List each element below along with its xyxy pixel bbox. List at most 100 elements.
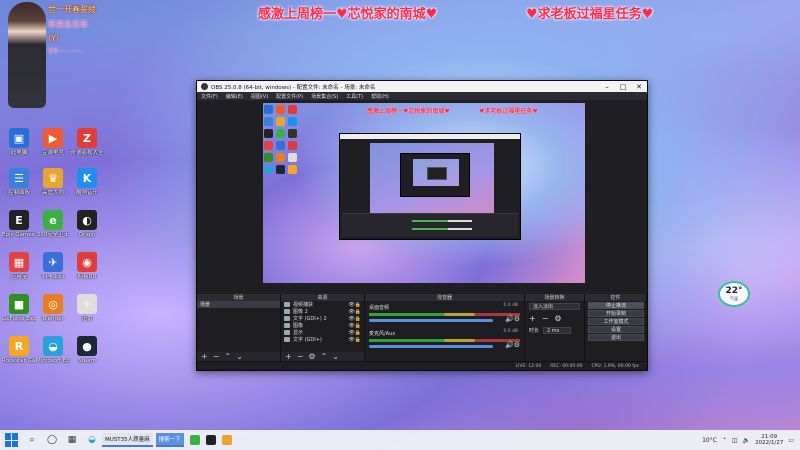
network-icon[interactable]: ◫	[732, 437, 738, 444]
desktop-icon[interactable]: ◎ Blender	[36, 294, 70, 322]
visibility-lock-icon[interactable]: 👁🔒	[348, 323, 364, 329]
source-down-icon[interactable]: ⌄	[332, 352, 339, 361]
desktop-icon-glyph: ☰	[9, 168, 29, 188]
visibility-lock-icon[interactable]: 👁🔒	[348, 330, 364, 336]
source-item[interactable]: 图像 👁🔒	[281, 322, 364, 329]
desktop-icon-label: 网易UU	[77, 274, 97, 280]
remove-transition-icon[interactable]: −	[542, 314, 549, 323]
exit-button[interactable]: 退出	[588, 334, 644, 341]
taskbar-app-search[interactable]: 搜索一下	[155, 433, 184, 447]
weather-taskbar[interactable]: 10°C	[702, 437, 717, 444]
mixer-channel-db: 0.0 dB	[503, 329, 518, 334]
edge-taskbar-icon[interactable]: ◒	[85, 433, 99, 447]
menu-file[interactable]: 文件(F)	[201, 93, 218, 100]
source-up-icon[interactable]: ⌃	[321, 352, 328, 361]
source-name: 视频捕获	[293, 302, 314, 308]
speaker-icon[interactable]: 🔊⚙	[505, 341, 520, 349]
menu-profile[interactable]: 配置文件(P)	[276, 93, 303, 100]
move-down-icon[interactable]: ⌄	[236, 352, 243, 361]
desktop-icon[interactable]: ◉ 网易UU	[70, 252, 104, 280]
notification-icon[interactable]: ▭	[788, 437, 794, 444]
volume-slider[interactable]	[369, 319, 493, 322]
obs-titlebar[interactable]: OBS 25.0.8 (64-bit, windows) - 配置文件: 未命名…	[197, 81, 647, 92]
obs-statusbar: LIVE: 12:00 REC: 00:00:00 CPU: 1.9%, 60.…	[197, 361, 647, 370]
menu-help[interactable]: 帮助(H)	[371, 93, 389, 100]
preview-nested-obs	[339, 133, 521, 240]
dock-headers: 场景 来源 混音器 场景转换 控件	[197, 294, 647, 301]
remove-scene-icon[interactable]: −	[213, 352, 220, 361]
menu-scene-collection[interactable]: 场景集合(S)	[311, 93, 338, 100]
volume-slider[interactable]	[369, 345, 493, 348]
source-item[interactable]: 文字 (GDI+) 👁🔒	[281, 336, 364, 343]
source-item[interactable]: 文字 (GDI+) 2 👁🔒	[281, 315, 364, 322]
stop-streaming-button[interactable]: 停止推流	[588, 302, 644, 309]
visibility-lock-icon[interactable]: 👁🔒	[348, 302, 364, 308]
desktop-icon[interactable]: E Epic Games Launcher	[2, 210, 36, 238]
start-button[interactable]	[5, 433, 19, 447]
desktop-icon[interactable]: ▦ 应用宝	[2, 252, 36, 280]
taskbar-app-icon-obs[interactable]	[205, 435, 216, 445]
status-cpu: CPU: 1.9%, 60.00 fps	[591, 363, 640, 369]
duration-input[interactable]: 2 ms	[543, 327, 572, 334]
task-view-icon[interactable]: ◯	[45, 433, 59, 447]
widgets-icon[interactable]: ▦	[65, 433, 79, 447]
menu-view[interactable]: 视图(V)	[251, 93, 268, 100]
desktop-icon[interactable]: R Rockstar Games Launcher	[2, 336, 36, 364]
start-recording-button[interactable]: 开始录制	[588, 310, 644, 317]
close-icon[interactable]: ✕	[631, 83, 647, 91]
speaker-icon[interactable]: 🔊⚙	[505, 315, 520, 323]
clock[interactable]: 21:09 2022/1/27	[755, 434, 783, 447]
source-settings-icon[interactable]: ⚙	[308, 352, 315, 361]
transition-select[interactable]: 淡入淡出	[529, 303, 580, 310]
visibility-lock-icon[interactable]: 👁🔒	[348, 309, 364, 315]
weather-widget[interactable]: 22° 气温	[718, 281, 750, 307]
desktop-icon-label: 酷狗音乐	[75, 190, 98, 196]
taskbar-app-icon-yellow[interactable]	[221, 435, 232, 445]
desktop-icon[interactable]: ✈ 科学上网	[36, 252, 70, 280]
transition-settings-icon[interactable]: ⚙	[554, 314, 561, 323]
taskbar-app-music[interactable]: MUST35人质量麻	[102, 433, 153, 447]
desktop-icon-glyph: ■	[9, 294, 29, 314]
desktop-icon[interactable]: ● Steam	[70, 336, 104, 364]
desktop-icon[interactable]: e 360安全卫士	[36, 210, 70, 238]
menu-edit[interactable]: 编辑(E)	[226, 93, 243, 100]
desktop-icon-label: 豆游电竞	[41, 150, 64, 156]
add-scene-icon[interactable]: +	[201, 352, 208, 361]
obs-window[interactable]: OBS 25.0.8 (64-bit, windows) - 配置文件: 未命名…	[196, 80, 648, 371]
add-source-icon[interactable]: +	[285, 352, 292, 361]
desktop-icon[interactable]: K 酷狗音乐	[70, 168, 104, 196]
desktop-icon[interactable]: ▶ 豆游电竞	[36, 128, 70, 156]
desktop-icon[interactable]: ♛ 高管大师	[36, 168, 70, 196]
taskbar-app-icon-green[interactable]	[189, 435, 200, 445]
menu-tools[interactable]: 工具(T)	[346, 93, 363, 100]
studio-mode-button[interactable]: 工作室模式	[588, 318, 644, 325]
source-item[interactable]: 图像 2 👁🔒	[281, 308, 364, 315]
desktop-icon[interactable]: ✧ 迅雷	[70, 294, 104, 322]
visibility-lock-icon[interactable]: 👁🔒	[348, 316, 364, 322]
maximize-icon[interactable]: □	[615, 83, 631, 91]
obs-preview[interactable]: 感激上周榜一♥芯悦家的南城♥ ♥求老板过福星任务♥	[263, 103, 585, 283]
preview-overlay-right: ♥求老板过福星任务♥	[479, 108, 538, 115]
search-icon[interactable]: ⌕	[25, 433, 39, 447]
visibility-lock-icon[interactable]: 👁🔒	[348, 337, 364, 343]
streamer-line-3: (Y)	[48, 34, 60, 43]
audio-meter	[369, 313, 520, 316]
add-transition-icon[interactable]: +	[529, 314, 536, 323]
volume-icon[interactable]: 🔈	[743, 437, 750, 444]
source-item[interactable]: 视频捕获 👁🔒	[281, 301, 364, 308]
minimize-icon[interactable]: –	[599, 83, 615, 91]
remove-source-icon[interactable]: −	[297, 352, 304, 361]
settings-button[interactable]: 设置	[588, 326, 644, 333]
desktop-icon[interactable]: ▣ 此电脑	[2, 128, 36, 156]
desktop-icon[interactable]: Z 奇德影视大全	[70, 128, 104, 156]
source-name: 图像	[293, 323, 304, 329]
scene-item[interactable]: 场景	[197, 301, 280, 308]
desktop-icon[interactable]: ◒ Microsoft Edge	[36, 336, 70, 364]
chevron-up-icon[interactable]: ⌃	[722, 437, 727, 444]
source-item[interactable]: 显示 👁🔒	[281, 329, 364, 336]
desktop-icon[interactable]: ■ GeForce Experience	[2, 294, 36, 322]
desktop-icon[interactable]: ☰ 控制面板	[2, 168, 36, 196]
desktop-icon[interactable]: ◐ Origin	[70, 210, 104, 238]
streamer-figure	[8, 2, 46, 108]
move-up-icon[interactable]: ⌃	[224, 352, 231, 361]
